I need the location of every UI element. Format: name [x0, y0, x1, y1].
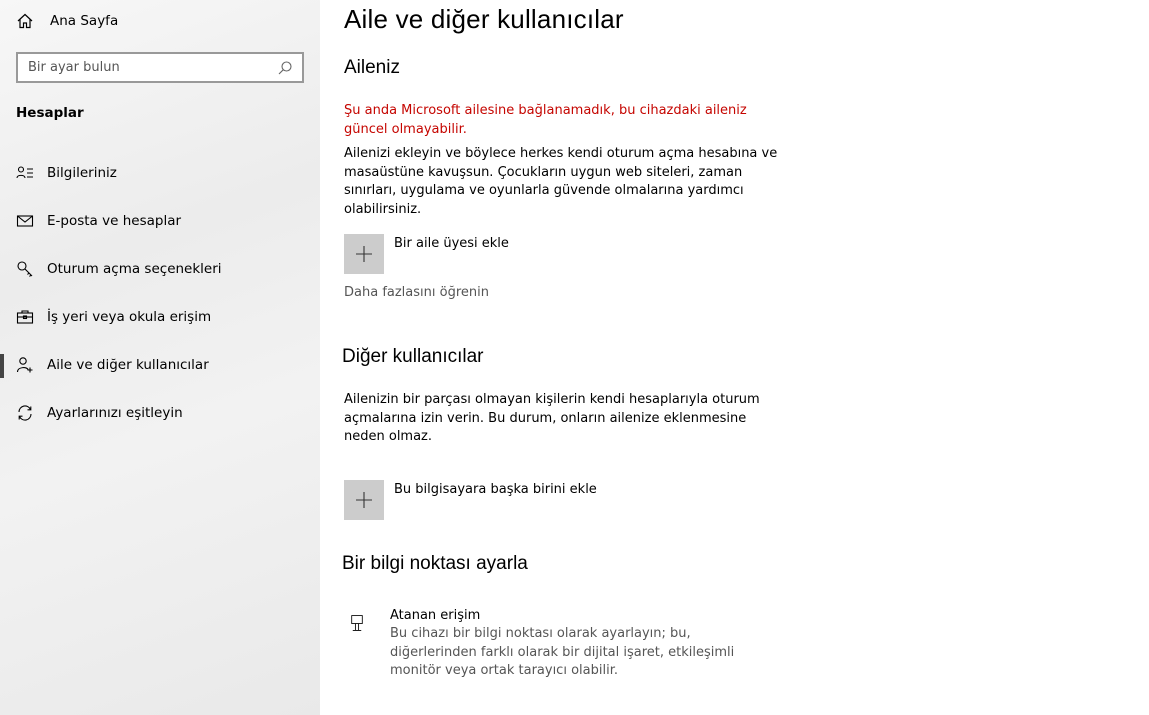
sync-icon [16, 404, 34, 422]
home-link[interactable]: Ana Sayfa [16, 10, 118, 32]
plus-icon [344, 234, 384, 274]
add-family-member-button[interactable]: Bir aile üyesi ekle [344, 234, 509, 274]
sidebar-item-label: Aile ve diğer kullanıcılar [47, 357, 209, 373]
add-family-member-label: Bir aile üyesi ekle [394, 236, 509, 251]
sidebar-item-label: İş yeri veya okula erişim [47, 309, 212, 325]
mail-icon [16, 212, 34, 230]
sidebar-item-sync-settings[interactable]: Ayarlarınızı eşitleyin [0, 393, 320, 433]
section-title: Hesaplar [16, 105, 84, 121]
assigned-access-item[interactable]: Atanan erişim Bu cihazı bir bilgi noktas… [344, 606, 770, 681]
sidebar-item-your-info[interactable]: Bilgileriniz [0, 153, 320, 193]
sidebar-item-label: Bilgileriniz [47, 165, 117, 181]
other-users-heading: Diğer kullanıcılar [342, 346, 484, 367]
home-icon [16, 12, 34, 30]
sidebar-item-label: E-posta ve hesaplar [47, 213, 182, 229]
search-box[interactable] [16, 52, 304, 83]
sidebar-item-label: Oturum açma seçenekleri [47, 261, 222, 277]
search-icon[interactable] [276, 59, 294, 77]
add-other-user-label: Bu bilgisayara başka birini ekle [394, 482, 597, 497]
other-users-description: Ailenizin bir parçası olmayan kişilerin … [344, 392, 760, 444]
main-content: Aile ve diğer kullanıcılar Aileniz Şu an… [320, 0, 1149, 715]
assigned-access-description: Bu cihazı bir bilgi noktası olarak ayarl… [390, 626, 735, 678]
learn-more-link[interactable]: Daha fazlasını öğrenin [344, 285, 489, 300]
kiosk-heading: Bir bilgi noktası ayarla [342, 553, 528, 574]
family-error-message: Şu anda Microsoft ailesine bağlanamadık,… [344, 103, 747, 137]
home-label: Ana Sayfa [50, 13, 119, 29]
kiosk-icon [344, 606, 370, 640]
sidebar-item-label: Ayarlarınızı eşitleyin [47, 405, 183, 421]
sidebar-item-sign-in-options[interactable]: Oturum açma seçenekleri [0, 249, 320, 289]
family-description: Ailenizi ekleyin ve böylece herkes kendi… [344, 146, 778, 217]
sidebar-item-email-accounts[interactable]: E-posta ve hesaplar [0, 201, 320, 241]
add-person-icon [16, 356, 34, 374]
sidebar-item-family-users[interactable]: Aile ve diğer kullanıcılar [0, 345, 320, 385]
assigned-access-title: Atanan erişim [390, 608, 481, 623]
search-input[interactable] [28, 60, 268, 75]
sidebar-item-work-school[interactable]: İş yeri veya okula erişim [0, 297, 320, 337]
key-icon [16, 260, 34, 278]
sidebar: Ana Sayfa Hesaplar Bilgileriniz [0, 0, 320, 715]
person-info-icon [16, 164, 34, 182]
plus-icon [344, 480, 384, 520]
briefcase-icon [16, 308, 34, 326]
family-heading: Aileniz [344, 57, 400, 78]
page-title: Aile ve diğer kullanıcılar [344, 4, 624, 34]
add-other-user-button[interactable]: Bu bilgisayara başka birini ekle [344, 480, 597, 520]
